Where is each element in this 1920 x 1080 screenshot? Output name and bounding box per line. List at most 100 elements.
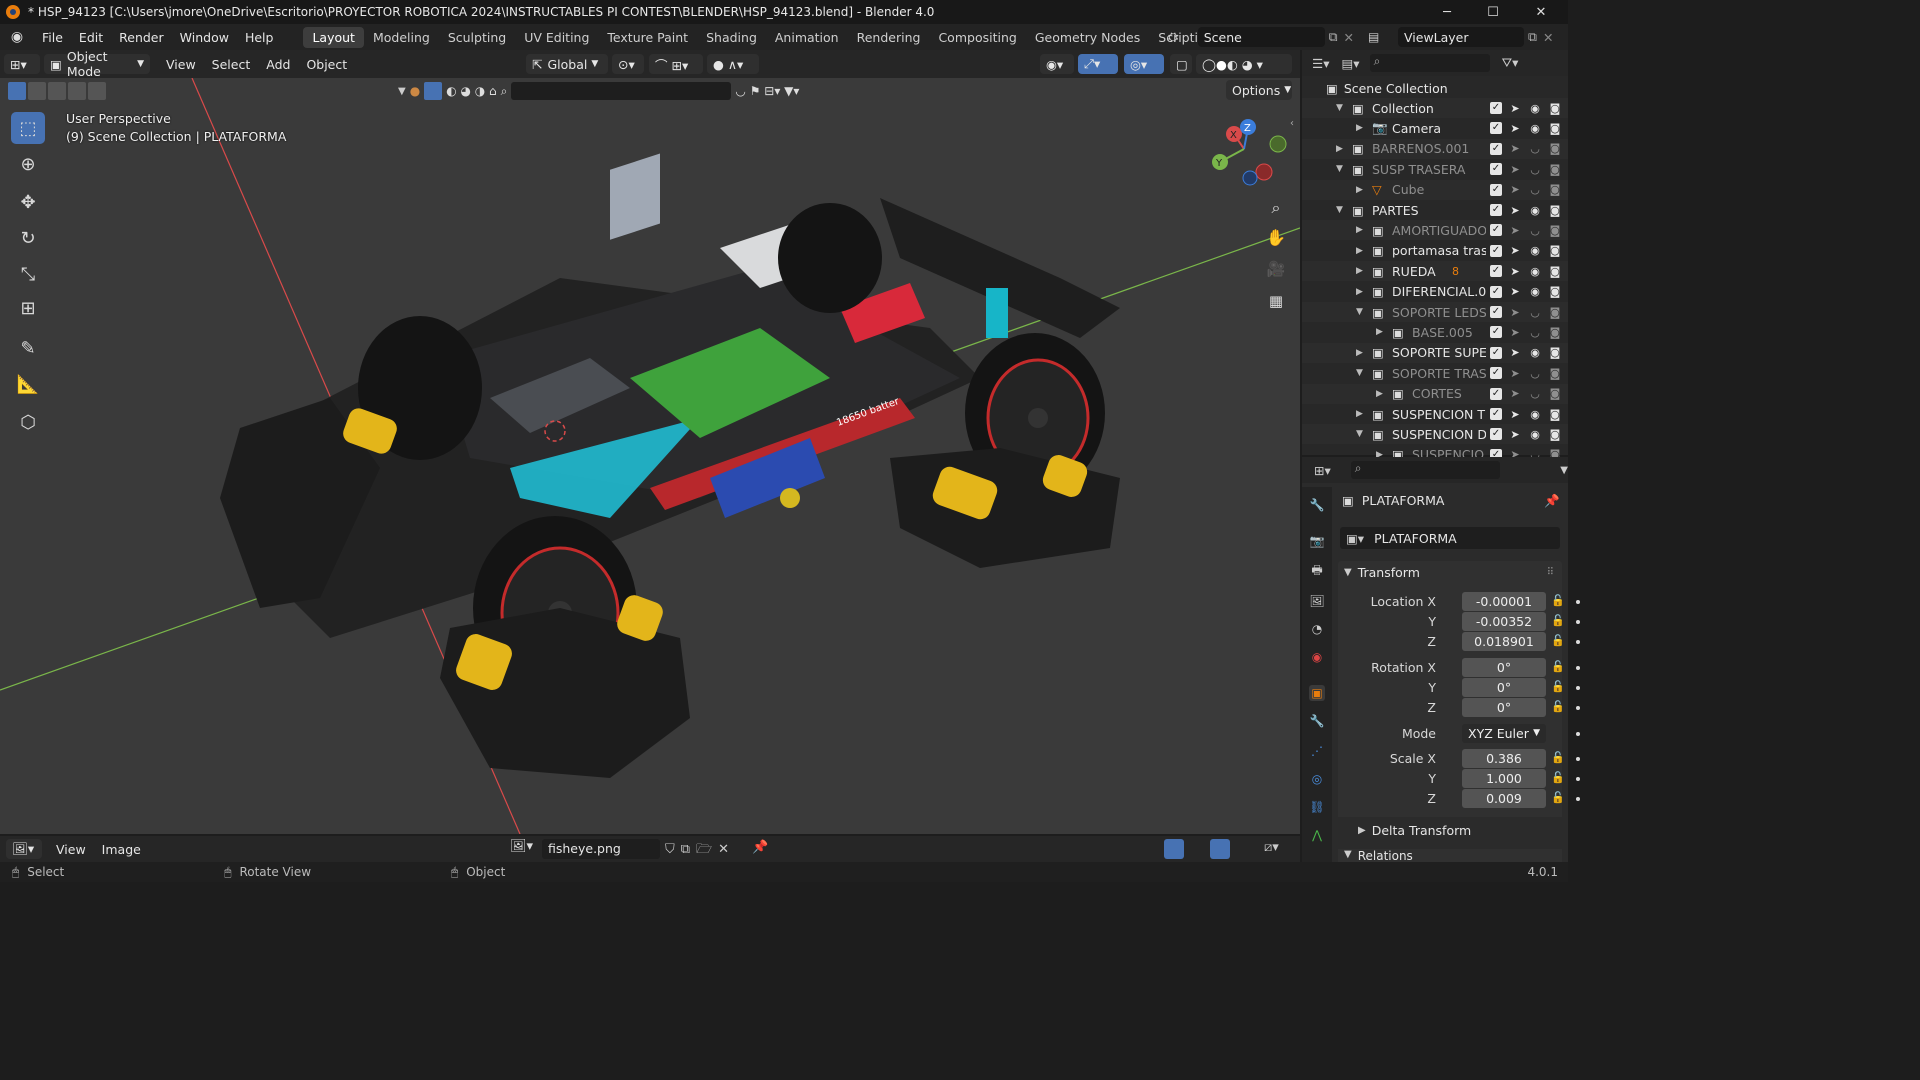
chevron-right-icon[interactable]: ▶ <box>1356 287 1363 297</box>
chevron-right-icon[interactable]: ▶ <box>1376 327 1383 337</box>
camera-view-icon[interactable]: 🎥 <box>1262 260 1290 286</box>
navigation-gizmo[interactable]: X Z Y <box>1206 116 1296 190</box>
visibility-icon[interactable]: ◉▾ <box>1040 54 1074 74</box>
outliner-row-toggles[interactable]: ✓ ➤ ◡ ◙ <box>1490 183 1562 196</box>
properties-search-input[interactable]: ⌕ <box>1350 461 1501 479</box>
exclude-checkbox-icon[interactable]: ✓ <box>1490 408 1502 420</box>
exclude-checkbox-icon[interactable]: ✓ <box>1490 244 1502 257</box>
viewlayer-name-field[interactable]: ViewLayer <box>1398 27 1524 47</box>
image-name-field[interactable]: fisheye.png <box>542 839 660 859</box>
object-datablock-field[interactable]: ▣▾ PLATAFORMA <box>1340 527 1560 549</box>
selectable-arrow-icon[interactable]: ➤ <box>1508 326 1522 339</box>
eye-icon[interactable]: ◉ <box>1528 428 1542 441</box>
outliner-type-icon[interactable]: ☰▾ <box>1312 56 1329 71</box>
location-y-field[interactable]: -0.00352 <box>1462 612 1546 631</box>
scale-y-field[interactable]: 1.000 <box>1462 769 1546 788</box>
shading-mode-icons[interactable]: ◯ ● ◐ ◕ ▾ <box>1196 54 1292 74</box>
outliner-row[interactable]: ▼ ▣ SOPORTE LEDS ✓ ➤ ◡ ◙ <box>1302 302 1568 322</box>
selectable-arrow-icon[interactable]: ➤ <box>1508 265 1522 278</box>
lock-icon[interactable]: 🔓 <box>1551 751 1565 765</box>
new-scene-icon[interactable]: ⧉ <box>1329 29 1338 45</box>
chevron-right-icon[interactable]: ▶ <box>1356 266 1363 276</box>
color-icon[interactable]: ● <box>410 84 420 98</box>
eye-icon[interactable]: ◡ <box>1528 224 1542 237</box>
exclude-checkbox-icon[interactable]: ✓ <box>1490 122 1502 135</box>
tab-modeling[interactable]: Modeling <box>364 27 439 48</box>
display-mode-icon[interactable]: ▤▾ <box>1341 56 1359 71</box>
camera-render-icon[interactable]: ◙ <box>1548 204 1562 217</box>
outliner-row[interactable]: ▶ ▣ BARRENOS.001 ✓ ➤ ◡ ◙ <box>1302 138 1568 159</box>
selectable-arrow-icon[interactable]: ➤ <box>1508 285 1522 298</box>
maximize-button[interactable]: ☐ <box>1470 0 1516 24</box>
outliner-row-toggles[interactable]: ✓ ➤ ◉ ◙ <box>1490 408 1562 421</box>
tab-sculpting[interactable]: Sculpting <box>439 27 515 48</box>
move-tool-icon[interactable]: ✥ <box>11 186 45 218</box>
chevron-down-icon[interactable]: ▼ <box>1356 368 1363 378</box>
tab-layout[interactable]: Layout <box>303 26 364 48</box>
lock-icon[interactable]: 🔓 <box>1551 634 1565 648</box>
eye-icon[interactable]: ◡ <box>1528 183 1542 196</box>
delta-transform-subpanel[interactable]: ▶ Delta Transform <box>1358 823 1471 838</box>
menu-edit[interactable]: Edit <box>71 30 111 45</box>
keyframe-dot-icon[interactable] <box>1576 757 1580 761</box>
keyframe-dot-icon[interactable] <box>1576 777 1580 781</box>
snap-icon[interactable]: ⌒ ⊞▾ <box>649 54 703 74</box>
grid-view-icon[interactable]: ▦ <box>1262 292 1290 318</box>
exclude-checkbox-icon[interactable]: ✓ <box>1490 102 1502 114</box>
chevron-down-icon[interactable]: ▼ <box>1356 307 1363 317</box>
selectable-arrow-icon[interactable]: ➤ <box>1508 204 1522 217</box>
search-icon[interactable]: ⌕ <box>501 84 508 99</box>
outliner-row-toggles[interactable]: ✓ ➤ ◉ ◙ <box>1490 285 1562 298</box>
chevron-right-icon[interactable]: ▶ <box>1336 144 1343 154</box>
chevron-down-icon[interactable]: ▼ <box>1336 205 1343 215</box>
image-browse-icon[interactable]: 🖼▾ <box>510 839 533 854</box>
outliner-row-toggles[interactable]: ✓ ➤ ◉ ◙ <box>1490 244 1562 257</box>
eye-icon[interactable]: ◉ <box>1528 122 1542 135</box>
exclude-checkbox-icon[interactable]: ✓ <box>1490 346 1502 359</box>
annotate-tool-icon[interactable]: ✎ <box>11 332 45 364</box>
lock-icon[interactable]: 🔓 <box>1551 680 1565 694</box>
eye-icon[interactable]: ◡ <box>1528 387 1542 400</box>
exclude-checkbox-icon[interactable]: ✓ <box>1490 142 1502 155</box>
select-mode-icons[interactable] <box>8 82 106 100</box>
outliner-search-input[interactable]: ⌕ <box>1369 54 1490 72</box>
outliner-row-toggles[interactable]: ✓ ➤ ◉ ◙ <box>1490 428 1562 441</box>
chevron-right-icon[interactable]: ▶ <box>1376 389 1383 399</box>
constraints-tab-icon[interactable]: ⛓ <box>1309 799 1325 815</box>
cursor-tool-icon[interactable]: ⊕ <box>11 148 45 180</box>
chevron-down-icon[interactable]: ▼ <box>1336 103 1343 113</box>
location-x-field[interactable]: -0.00001 <box>1462 592 1546 611</box>
exclude-checkbox-icon[interactable]: ✓ <box>1490 265 1502 278</box>
exclude-checkbox-icon[interactable]: ✓ <box>1490 163 1502 176</box>
chevron-right-icon[interactable]: ▶ <box>1356 348 1363 358</box>
lock-icon[interactable]: 🔓 <box>1551 771 1565 785</box>
selectable-arrow-icon[interactable]: ➤ <box>1508 387 1522 400</box>
menu-add[interactable]: Add <box>258 57 298 72</box>
select-box-tool-icon[interactable]: ⬚ <box>11 112 45 144</box>
camera-render-icon[interactable]: ◙ <box>1548 102 1562 115</box>
modifier-tab-icon[interactable]: 🔧 <box>1309 713 1325 729</box>
output-tab-icon[interactable]: 🖶 <box>1309 563 1325 579</box>
eye-icon[interactable]: ◡ <box>1528 142 1542 155</box>
menu-object[interactable]: Object <box>298 57 355 72</box>
rotation-z-field[interactable]: 0° <box>1462 698 1546 717</box>
outliner-row[interactable]: ▶ ▣ AMORTIGUADO ✓ ➤ ◡ ◙ <box>1302 220 1568 241</box>
lock-icon[interactable]: 🔓 <box>1551 700 1565 714</box>
eye-icon[interactable]: ◉ <box>1528 244 1542 257</box>
menu-view[interactable]: View <box>158 57 204 72</box>
lock-icon[interactable]: 🔓 <box>1551 791 1565 805</box>
selectable-arrow-icon[interactable]: ➤ <box>1508 408 1522 421</box>
exclude-checkbox-icon[interactable]: ✓ <box>1490 183 1502 196</box>
chevron-down-icon[interactable]: ▼ <box>1560 465 1568 476</box>
pin-icon[interactable]: 📌 <box>752 840 768 855</box>
image-gizmo-icon[interactable] <box>1164 839 1184 859</box>
rotate-tool-icon[interactable]: ↻ <box>11 222 45 254</box>
selectable-arrow-icon[interactable]: ➤ <box>1508 163 1522 176</box>
outliner-row-toggles[interactable]: ✓ ➤ ◡ ◙ <box>1490 326 1562 339</box>
world-tab-icon[interactable]: ◉ <box>1309 649 1325 665</box>
transform-tool-icon[interactable]: ⊞ <box>11 292 45 324</box>
camera-render-icon[interactable]: ◙ <box>1548 306 1562 319</box>
viewlayer-selector[interactable]: ▤ ViewLayer ⧉ ✕ <box>1368 27 1564 47</box>
chevron-right-icon[interactable]: ▶ <box>1356 246 1363 256</box>
outliner-row[interactable]: ▼ ▣ Collection ✓ ➤ ◉ ◙ <box>1302 98 1568 118</box>
